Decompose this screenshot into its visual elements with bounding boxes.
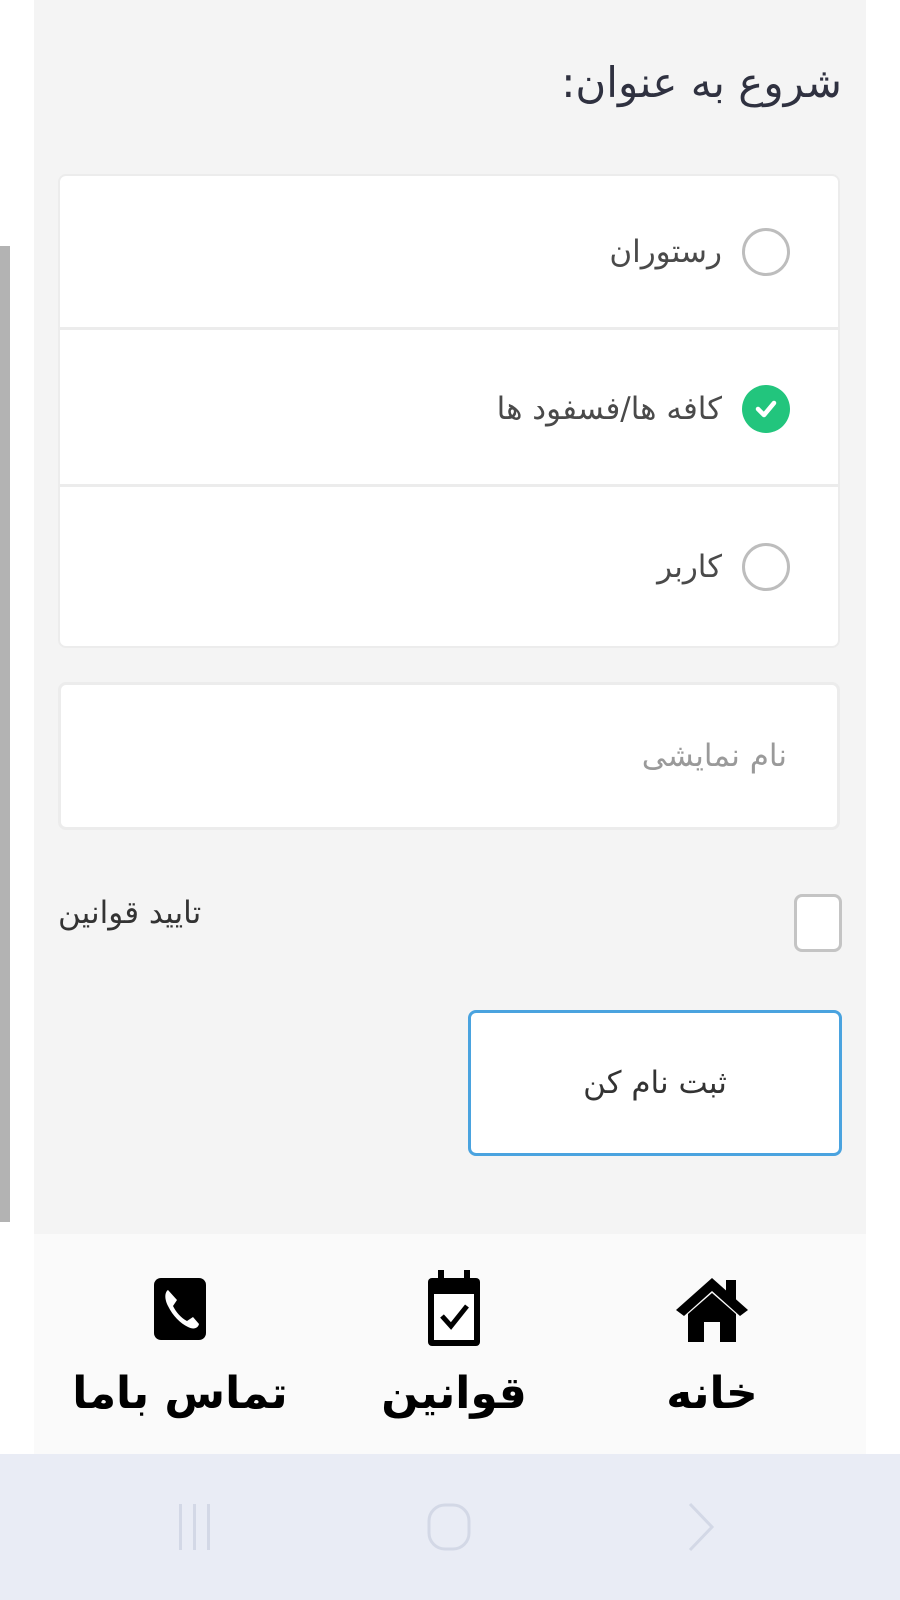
system-navigation-bar <box>0 1454 900 1600</box>
nav-label-rules: قوانین <box>381 1368 527 1419</box>
checkmark-icon <box>755 400 777 417</box>
nav-label-home: خانه <box>666 1368 758 1419</box>
page-title: شروع به عنوان: <box>561 58 842 107</box>
recent-apps-icon[interactable] <box>160 1494 230 1560</box>
bottom-navigation: خانه قوانین تماس باما <box>34 1234 866 1454</box>
phone-icon <box>135 1264 225 1354</box>
radio-option-user[interactable]: کاربر <box>60 490 838 644</box>
radio-checked-icon[interactable] <box>742 384 790 433</box>
display-name-field-container <box>58 682 840 830</box>
nav-item-rules[interactable]: قوانین <box>324 1234 584 1454</box>
nav-item-contact[interactable]: تماس باما <box>50 1234 310 1454</box>
scrollbar[interactable] <box>0 246 10 1222</box>
radio-option-restaurant[interactable]: رستوران <box>60 176 838 330</box>
role-radio-group: رستوران کافه ها/فسفود ها کاربر <box>58 174 840 648</box>
radio-unchecked-icon[interactable] <box>742 227 790 276</box>
radio-label: کافه ها/فسفود ها <box>496 390 722 427</box>
radio-option-cafe-fastfood[interactable]: کافه ها/فسفود ها <box>60 333 838 487</box>
nav-item-home[interactable]: خانه <box>582 1234 842 1454</box>
terms-checkbox[interactable] <box>794 894 842 952</box>
home-circle-icon[interactable] <box>414 1494 484 1560</box>
nav-label-contact: تماس باما <box>72 1368 288 1419</box>
calendar-check-icon <box>409 1264 499 1354</box>
home-icon <box>667 1264 757 1354</box>
radio-label: کاربر <box>657 549 722 585</box>
register-button[interactable]: ثبت نام کن <box>468 1010 842 1156</box>
display-name-input[interactable] <box>61 737 789 775</box>
back-chevron-icon[interactable] <box>666 1494 736 1560</box>
radio-unchecked-icon[interactable] <box>742 543 790 591</box>
terms-label: تایید قوانین <box>58 895 202 931</box>
radio-label: رستوران <box>609 233 722 270</box>
